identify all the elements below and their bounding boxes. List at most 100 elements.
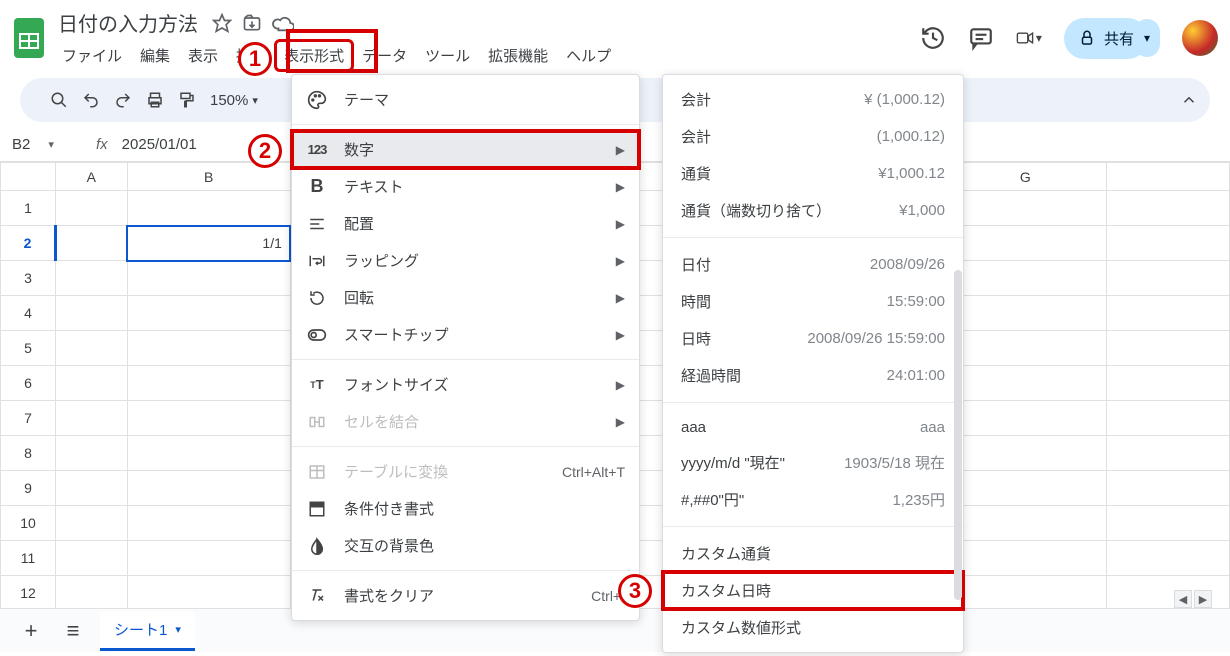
label: テーブルに変換 (344, 461, 448, 482)
name-box[interactable]: B2▾ (12, 136, 82, 153)
toolbar-collapse-icon[interactable] (1180, 91, 1198, 109)
sub-item-custom2[interactable]: yyyy/m/d "現在"1903/5/18 現在 (663, 444, 963, 481)
label: 条件付き書式 (344, 498, 434, 519)
menu-view[interactable]: 表示 (180, 41, 226, 70)
meet-icon[interactable]: ▾ (1016, 25, 1042, 51)
row-header[interactable]: 4 (1, 296, 56, 331)
col-header-g[interactable]: G (944, 163, 1107, 191)
menu-item-rotate[interactable]: 回転 ▶ (292, 279, 639, 316)
all-sheets-button[interactable]: ≡ (58, 618, 88, 644)
label: 配置 (344, 213, 374, 234)
scrollbar-thumb[interactable] (954, 270, 962, 600)
merge-icon (306, 413, 328, 431)
menu-format[interactable]: 表示形式 (276, 41, 352, 70)
sub-item-accounting[interactable]: 会計¥ (1,000.12) (663, 81, 963, 118)
formula-input[interactable]: 2025/01/01 (122, 136, 197, 153)
smartchip-icon (306, 327, 328, 343)
menu-item-smartchip[interactable]: スマートチップ ▶ (292, 316, 639, 353)
scroll-right-icon[interactable]: ▶ (1194, 590, 1212, 608)
rotate-icon (306, 289, 328, 307)
menu-item-number[interactable]: 123 数字 ▶ (292, 131, 639, 168)
sheets-logo[interactable] (8, 17, 50, 59)
menubar: ファイル 編集 表示 挿入 表示形式 データ ツール 拡張機能 ヘルプ (54, 41, 920, 70)
col-header[interactable] (1107, 163, 1230, 191)
share-label: 共有 (1104, 28, 1134, 49)
sub-item-custom1[interactable]: aaaaaa (663, 411, 963, 444)
scroll-left-icon[interactable]: ◀ (1174, 590, 1192, 608)
menu-edit[interactable]: 編集 (132, 41, 178, 70)
row-header[interactable]: 7 (1, 401, 56, 436)
menu-item-theme[interactable]: テーマ (292, 81, 639, 118)
avatar[interactable] (1182, 20, 1218, 56)
sub-item-currency-round[interactable]: 通貨（端数切り捨て）¥1,000 (663, 192, 963, 229)
sub-item-accounting2[interactable]: 会計(1,000.12) (663, 118, 963, 155)
row-header[interactable]: 10 (1, 506, 56, 541)
chevron-right-icon: ▶ (616, 415, 625, 429)
chevron-down-icon[interactable]: ▾ (175, 623, 181, 636)
share-dropdown[interactable]: ▾ (1134, 19, 1160, 57)
menu-tools[interactable]: ツール (417, 41, 478, 70)
row-header[interactable]: 5 (1, 331, 56, 366)
menu-item-align[interactable]: 配置 ▶ (292, 205, 639, 242)
sub-item-duration[interactable]: 経過時間24:01:00 (663, 357, 963, 394)
menu-item-clear-format[interactable]: 書式をクリア Ctrl+\ (292, 577, 639, 614)
row-header[interactable]: 3 (1, 261, 56, 296)
shortcut: Ctrl+Alt+T (562, 464, 625, 480)
bold-icon: B (306, 176, 328, 197)
row-header[interactable]: 11 (1, 541, 56, 576)
label: 交互の背景色 (344, 535, 434, 556)
paint-format-icon[interactable] (178, 91, 196, 109)
conditional-format-icon (306, 500, 328, 518)
print-icon[interactable] (146, 91, 164, 109)
sub-item-time[interactable]: 時間15:59:00 (663, 283, 963, 320)
doc-title[interactable]: 日付の入力方法 (54, 6, 202, 39)
sub-item-custom-currency[interactable]: カスタム通貨 (663, 535, 963, 572)
cell-b2[interactable]: 1/1 (127, 226, 290, 261)
menu-item-text[interactable]: B テキスト ▶ (292, 168, 639, 205)
row-header[interactable]: 2 (1, 226, 56, 261)
row-header[interactable]: 12 (1, 576, 56, 611)
sheet-tab-1[interactable]: シート1 ▾ (100, 611, 195, 651)
undo-icon[interactable] (82, 91, 100, 109)
menu-help[interactable]: ヘルプ (558, 41, 619, 70)
clear-format-icon (306, 587, 328, 605)
menu-data[interactable]: データ (354, 41, 415, 70)
label: スマートチップ (344, 324, 449, 345)
comment-icon[interactable] (968, 25, 994, 51)
col-header-a[interactable]: A (56, 163, 127, 191)
zoom-select[interactable]: 150%▾ (210, 92, 258, 109)
row-header[interactable]: 6 (1, 366, 56, 401)
sub-item-custom3[interactable]: #,##0"円"1,235円 (663, 481, 963, 518)
menu-file[interactable]: ファイル (54, 41, 130, 70)
row-header[interactable]: 8 (1, 436, 56, 471)
fx-icon[interactable]: fx (96, 136, 108, 153)
sub-item-custom-number[interactable]: カスタム数値形式 (663, 609, 963, 646)
select-all-corner[interactable] (1, 163, 56, 191)
alt-colors-icon (306, 537, 328, 555)
row-header[interactable]: 1 (1, 191, 56, 226)
annotation-step-2: 2 (248, 134, 282, 168)
format-menu-dropdown: テーマ 123 数字 ▶ B テキスト ▶ 配置 ▶ ラッピング ▶ 回転 ▶ … (291, 74, 640, 621)
lock-icon (1078, 29, 1096, 47)
redo-icon[interactable] (114, 91, 132, 109)
history-icon[interactable] (920, 25, 946, 51)
move-icon[interactable] (242, 13, 262, 33)
label: ラッピング (344, 250, 419, 271)
row-header[interactable]: 9 (1, 471, 56, 506)
sub-item-currency[interactable]: 通貨¥1,000.12 (663, 155, 963, 192)
sub-item-datetime[interactable]: 日時2008/09/26 15:59:00 (663, 320, 963, 357)
menu-item-conditional-format[interactable]: 条件付き書式 (292, 490, 639, 527)
cloud-status-icon[interactable] (272, 13, 294, 33)
add-sheet-button[interactable]: + (16, 618, 46, 644)
star-icon[interactable] (212, 13, 232, 33)
app-header: 日付の入力方法 ファイル 編集 表示 挿入 表示形式 データ ツール 拡張機能 (0, 0, 1230, 70)
chevron-right-icon: ▶ (616, 291, 625, 305)
sub-item-date[interactable]: 日付2008/09/26 (663, 246, 963, 283)
search-icon[interactable] (50, 91, 68, 109)
menu-item-wrap[interactable]: ラッピング ▶ (292, 242, 639, 279)
horizontal-scroll[interactable]: ◀ ▶ (1174, 590, 1212, 608)
menu-extensions[interactable]: 拡張機能 (480, 41, 556, 70)
menu-item-fontsize[interactable]: TT フォントサイズ ▶ (292, 366, 639, 403)
menu-item-alt-colors[interactable]: 交互の背景色 (292, 527, 639, 564)
sub-item-custom-datetime[interactable]: カスタム日時 (663, 572, 963, 609)
